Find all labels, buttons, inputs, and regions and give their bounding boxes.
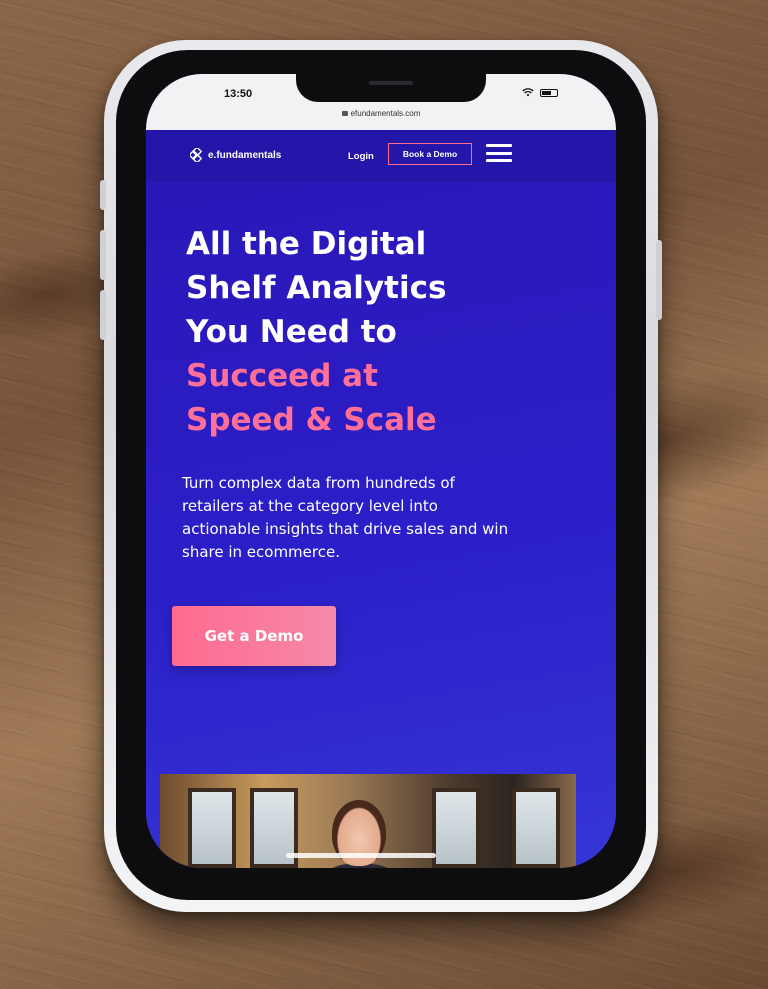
smartphone: 13:50 efundamentals.com e.fundamentals L… <box>100 40 662 912</box>
status-bar: 13:50 efundamentals.com <box>146 74 616 130</box>
phone-bezel: 13:50 efundamentals.com e.fundamentals L… <box>116 50 646 900</box>
status-time: 13:50 <box>224 88 253 100</box>
menu-bar <box>486 151 512 155</box>
url-text: efundamentals.com <box>350 109 421 118</box>
phone-volume-down-button <box>100 290 106 340</box>
get-demo-button[interactable]: Get a Demo <box>172 606 336 666</box>
background-window <box>512 788 560 868</box>
menu-bar <box>486 144 512 147</box>
phone-volume-up-button <box>100 230 106 280</box>
logo-text: e.fundamentals <box>208 149 282 161</box>
hero-section: All the Digital Shelf Analytics You Need… <box>146 182 616 868</box>
efundamentals-logo-icon <box>190 148 203 162</box>
phone-power-button <box>656 240 662 320</box>
book-demo-button[interactable]: Book a Demo <box>388 143 472 165</box>
background-window <box>432 788 480 868</box>
site-header: e.fundamentals Login Book a Demo <box>146 130 616 182</box>
background-window <box>188 788 236 868</box>
battery-icon <box>540 88 558 97</box>
status-icons <box>522 88 558 97</box>
wifi-icon <box>522 88 534 97</box>
hero-title-line: You Need to <box>186 314 397 350</box>
hero-title-line: All the Digital <box>186 226 427 262</box>
url-bar[interactable]: efundamentals.com <box>146 109 616 118</box>
phone-side-button <box>100 180 106 210</box>
phone-screen: 13:50 efundamentals.com e.fundamentals L… <box>146 74 616 868</box>
menu-bar <box>486 159 512 162</box>
hero-title-accent-line: Succeed at <box>186 358 378 394</box>
hero-title: All the Digital Shelf Analytics You Need… <box>186 222 526 442</box>
earpiece-speaker <box>369 81 413 85</box>
lock-icon <box>341 111 348 116</box>
home-indicator[interactable] <box>286 853 436 858</box>
site-logo[interactable]: e.fundamentals <box>190 148 281 162</box>
login-link[interactable]: Login <box>348 151 374 162</box>
hero-title-accent-line: Speed & Scale <box>186 402 437 438</box>
hero-title-line: Shelf Analytics <box>186 270 447 306</box>
hamburger-menu-icon[interactable] <box>486 144 512 162</box>
hero-description: Turn complex data from hundreds of retai… <box>182 474 509 561</box>
camera-notch <box>296 74 486 102</box>
